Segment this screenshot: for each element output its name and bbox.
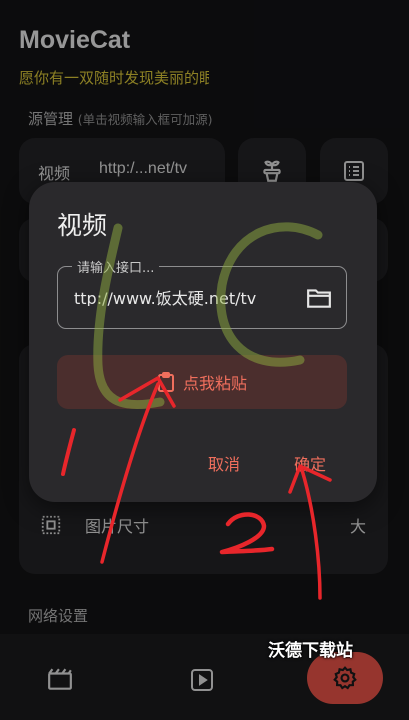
folder-icon[interactable] [306, 287, 332, 309]
clipboard-icon [157, 372, 174, 392]
watermark: 沃德下载站 [268, 641, 353, 661]
api-url-field-label: 请输入接口... [72, 257, 160, 276]
paste-label: 点我粘贴 [182, 374, 247, 393]
paste-button[interactable]: 点我粘贴 [57, 355, 347, 409]
add-source-dialog: 视频 请输入接口... 点我粘贴 取消 确定 [29, 182, 377, 502]
api-url-field[interactable]: 请输入接口... [57, 257, 347, 329]
dialog-title: 视频 [57, 211, 108, 240]
api-url-input[interactable] [74, 287, 304, 306]
confirm-button[interactable]: 确定 [294, 451, 326, 475]
cancel-button[interactable]: 取消 [208, 451, 240, 475]
